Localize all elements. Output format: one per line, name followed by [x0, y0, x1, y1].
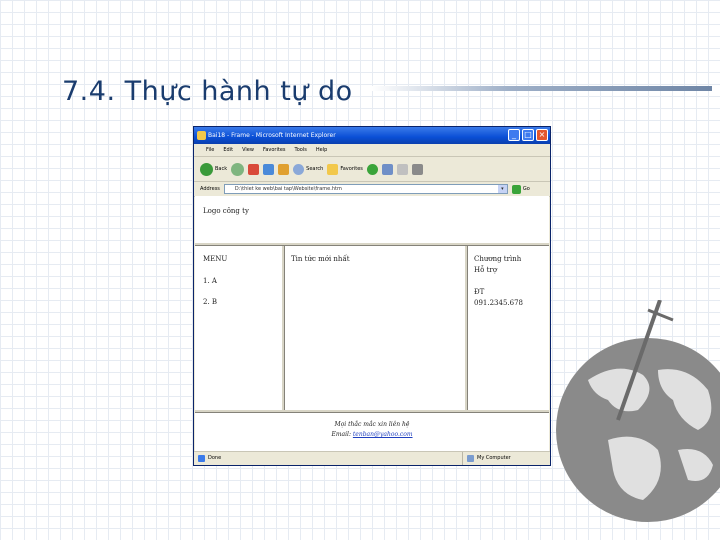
frame-main: Tin tức mới nhất	[285, 246, 468, 410]
window-titlebar[interactable]: Bai18 - Frame - Microsoft Internet Explo…	[194, 127, 550, 144]
maximize-button[interactable]: □	[522, 129, 534, 141]
mail-icon[interactable]	[396, 163, 408, 175]
menu-item-a[interactable]: 1. A	[203, 277, 217, 285]
page-content: Logo công ty MENU 1. A 2. B Tin tức mới …	[195, 196, 549, 452]
page-done-icon	[198, 455, 205, 462]
browser-window: Bai18 - Frame - Microsoft Internet Explo…	[193, 126, 551, 466]
search-button[interactable]: Search	[293, 163, 323, 175]
address-label: Address	[200, 186, 220, 192]
frame-top: Logo công ty	[195, 196, 549, 246]
favorites-button[interactable]: Favorites	[327, 163, 363, 175]
back-button[interactable]: Back	[200, 162, 227, 176]
go-arrow-icon	[511, 184, 521, 194]
right-line-1: Chương trình	[474, 255, 522, 263]
computer-icon	[467, 455, 474, 462]
right-line-2: Hỗ trợ	[474, 266, 497, 274]
contact-line: Mọi thắc mắc xin liên hệ	[334, 421, 410, 428]
minimize-button[interactable]: _	[508, 129, 520, 141]
back-arrow-icon	[200, 162, 213, 176]
address-bar: Address D:\thiet ke web\bai tap\Website\…	[194, 182, 550, 197]
refresh-icon[interactable]	[263, 163, 275, 175]
menu-edit[interactable]: Edit	[223, 144, 233, 156]
menu-file[interactable]: File	[206, 144, 214, 156]
go-button[interactable]: Go	[511, 184, 530, 194]
status-zone: My Computer	[462, 452, 511, 465]
stop-icon[interactable]	[248, 163, 260, 175]
star-icon	[327, 163, 339, 175]
company-logo-text: Logo công ty	[203, 207, 249, 215]
email-link[interactable]: tenban@yahoo.com	[353, 431, 413, 438]
frame-right: Chương trình Hỗ trợ ĐT 091.2345.678	[468, 246, 549, 410]
email-line: Email: tenban@yahoo.com	[331, 431, 413, 438]
menu-bar: File Edit View Favorites Tools Help	[194, 144, 550, 157]
window-title: Bai18 - Frame - Microsoft Internet Explo…	[208, 132, 336, 139]
forward-arrow-icon[interactable]	[231, 162, 245, 176]
menu-item-b[interactable]: 2. B	[203, 298, 217, 306]
menu-view[interactable]: View	[242, 144, 254, 156]
ie-app-icon	[197, 131, 206, 140]
chevron-down-icon[interactable]: ▾	[497, 185, 507, 193]
menu-help[interactable]: Help	[316, 144, 327, 156]
status-done: Done	[198, 452, 221, 465]
globe-decoration	[556, 300, 720, 522]
status-bar: Done My Computer	[194, 451, 550, 465]
browser-toolbar: Back Search Favorites	[194, 157, 550, 182]
news-heading: Tin tức mới nhất	[291, 255, 350, 263]
search-icon	[293, 163, 305, 175]
menu-heading: MENU	[203, 255, 228, 263]
address-input[interactable]: D:\thiet ke web\bai tap\Website\frame.ht…	[223, 184, 508, 194]
frame-left-menu: MENU 1. A 2. B	[195, 246, 285, 410]
close-button[interactable]: ×	[536, 129, 548, 141]
media-icon[interactable]	[366, 163, 378, 175]
menu-favorites[interactable]: Favorites	[263, 144, 286, 156]
menu-tools[interactable]: Tools	[295, 144, 307, 156]
frame-footer: Mọi thắc mắc xin liên hệ Email: tenban@y…	[195, 410, 549, 452]
right-line-3: ĐT	[474, 288, 485, 296]
home-icon[interactable]	[278, 163, 290, 175]
history-icon[interactable]	[381, 163, 393, 175]
phone-number: 091.2345.678	[474, 299, 523, 307]
print-icon[interactable]	[411, 163, 423, 175]
title-underline	[372, 86, 712, 91]
slide-title: 7.4. Thực hành tự do	[62, 76, 353, 107]
